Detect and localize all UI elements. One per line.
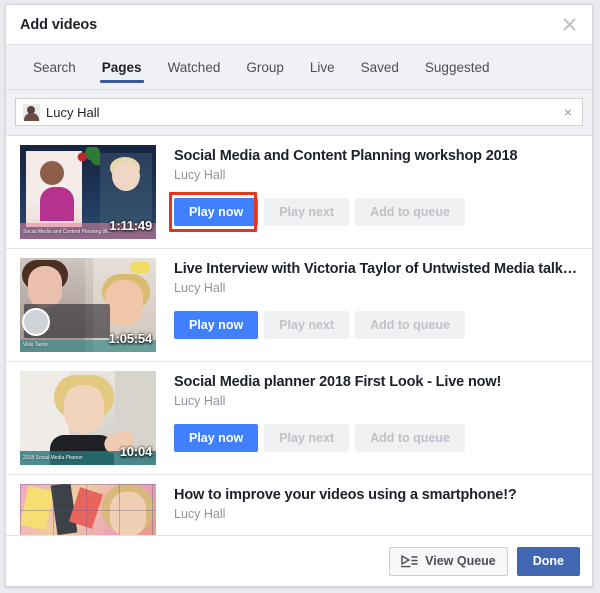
- list-item[interactable]: Vikki Taylor 1:05:54 Live Interview with…: [6, 249, 592, 362]
- video-thumbnail[interactable]: [20, 484, 156, 535]
- video-title[interactable]: Social Media and Content Planning worksh…: [174, 148, 592, 164]
- video-title[interactable]: Live Interview with Victoria Taylor of U…: [174, 261, 592, 277]
- video-title[interactable]: Social Media planner 2018 First Look - L…: [174, 374, 592, 390]
- view-queue-button[interactable]: View Queue: [389, 546, 508, 576]
- play-next-button: Play next: [264, 198, 350, 226]
- search-area: Lucy Hall ×: [6, 90, 592, 136]
- thumbnail-image: [20, 484, 156, 535]
- video-title[interactable]: How to improve your videos using a smart…: [174, 487, 592, 503]
- video-thumbnail[interactable]: Social Media and Content Planning W... 1…: [20, 145, 156, 239]
- search-input[interactable]: Lucy Hall ×: [15, 98, 583, 126]
- close-icon[interactable]: [558, 14, 580, 36]
- video-info: Social Media and Content Planning worksh…: [156, 145, 592, 239]
- play-now-button[interactable]: Play now: [174, 424, 259, 452]
- add-videos-dialog: Add videos Search Pages Watched Group Li…: [5, 4, 593, 587]
- tab-suggested[interactable]: Suggested: [412, 45, 503, 89]
- page-title: Add videos: [20, 16, 98, 33]
- play-next-button: Play next: [264, 311, 350, 339]
- video-duration: 1:11:49: [109, 218, 152, 233]
- dialog-header: Add videos: [6, 5, 592, 45]
- tab-watched[interactable]: Watched: [155, 45, 234, 89]
- video-author: Lucy Hall: [174, 507, 226, 521]
- tab-pages[interactable]: Pages: [89, 45, 155, 89]
- video-author: Lucy Hall: [174, 281, 226, 295]
- clear-search-icon[interactable]: ×: [562, 105, 574, 119]
- video-thumbnail[interactable]: 2018 Social Media Planner 10:04: [20, 371, 156, 465]
- video-info: How to improve your videos using a smart…: [156, 484, 592, 535]
- video-duration: 10:04: [119, 444, 152, 459]
- add-to-queue-button: Add to queue: [355, 311, 465, 339]
- list-item[interactable]: 2018 Social Media Planner 10:04 Social M…: [6, 362, 592, 475]
- video-list[interactable]: Social Media and Content Planning W... 1…: [6, 136, 592, 535]
- dialog-footer: View Queue Done: [6, 535, 592, 586]
- thumbnail-caption: 2018 Social Media Planner: [23, 455, 83, 461]
- tab-search[interactable]: Search: [20, 45, 89, 89]
- video-duration: 1:05:54: [108, 331, 153, 346]
- video-info: Live Interview with Victoria Taylor of U…: [156, 258, 592, 352]
- add-to-queue-button: Add to queue: [355, 424, 465, 452]
- video-thumbnail[interactable]: Vikki Taylor 1:05:54: [20, 258, 156, 352]
- done-button[interactable]: Done: [516, 546, 580, 576]
- view-queue-label: View Queue: [425, 554, 496, 568]
- tab-live[interactable]: Live: [297, 45, 348, 89]
- video-actions: Play now Play next Add to queue: [169, 192, 592, 232]
- tab-group[interactable]: Group: [233, 45, 297, 89]
- video-actions: Play now Play next Add to queue: [174, 424, 592, 452]
- video-info: Social Media planner 2018 First Look - L…: [156, 371, 592, 465]
- play-now-button[interactable]: Play now: [174, 198, 259, 226]
- video-author: Lucy Hall: [174, 168, 226, 182]
- lucy-hall-avatar-icon: [23, 103, 40, 121]
- tab-saved[interactable]: Saved: [348, 45, 412, 89]
- list-item[interactable]: How to improve your videos using a smart…: [6, 475, 592, 535]
- thumbnail-caption: Vikki Taylor: [23, 342, 49, 348]
- list-item[interactable]: Social Media and Content Planning W... 1…: [6, 136, 592, 249]
- video-author: Lucy Hall: [174, 394, 226, 408]
- play-now-button[interactable]: Play now: [174, 311, 259, 339]
- queue-icon: [401, 554, 418, 568]
- play-next-button: Play next: [264, 424, 350, 452]
- add-to-queue-button: Add to queue: [355, 198, 465, 226]
- search-value: Lucy Hall: [46, 104, 100, 120]
- video-actions: Play now Play next Add to queue: [174, 311, 592, 339]
- thumbnail-caption: Social Media and Content Planning W...: [23, 229, 112, 235]
- tab-bar: Search Pages Watched Group Live Saved Su…: [6, 45, 592, 90]
